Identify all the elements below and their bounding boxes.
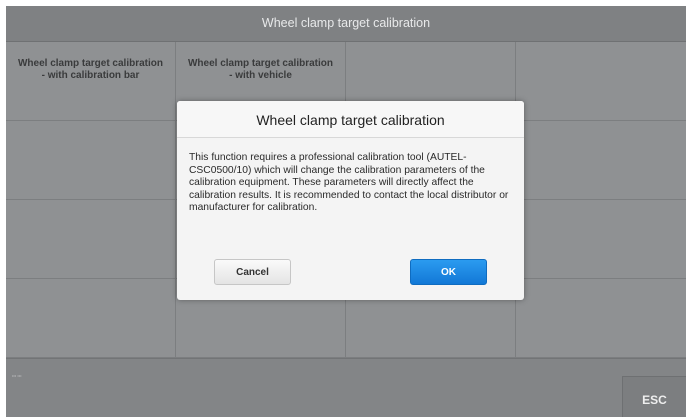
esc-button[interactable]: ESC [622,376,686,417]
function-cell-empty [516,279,686,358]
function-cell-empty [6,279,176,358]
dialog-title: Wheel clamp target calibration [177,101,524,138]
calibration-warning-dialog: Wheel clamp target calibration This func… [177,101,524,300]
function-cell-empty [516,200,686,279]
window-title: Wheel clamp target calibration [6,6,686,42]
function-cell-empty [516,121,686,200]
status-info: ••• ••• [12,373,22,378]
function-cell-empty [6,200,176,279]
function-cell-empty [516,42,686,121]
function-cell-empty [6,121,176,200]
dialog-message: This function requires a professional ca… [189,152,509,214]
function-cell-calibration-bar[interactable]: Wheel clamp target calibration - with ca… [6,42,176,121]
bottom-toolbar: ••• ••• ESC [6,358,686,417]
ok-button[interactable]: OK [410,259,487,285]
cancel-button[interactable]: Cancel [214,259,291,285]
